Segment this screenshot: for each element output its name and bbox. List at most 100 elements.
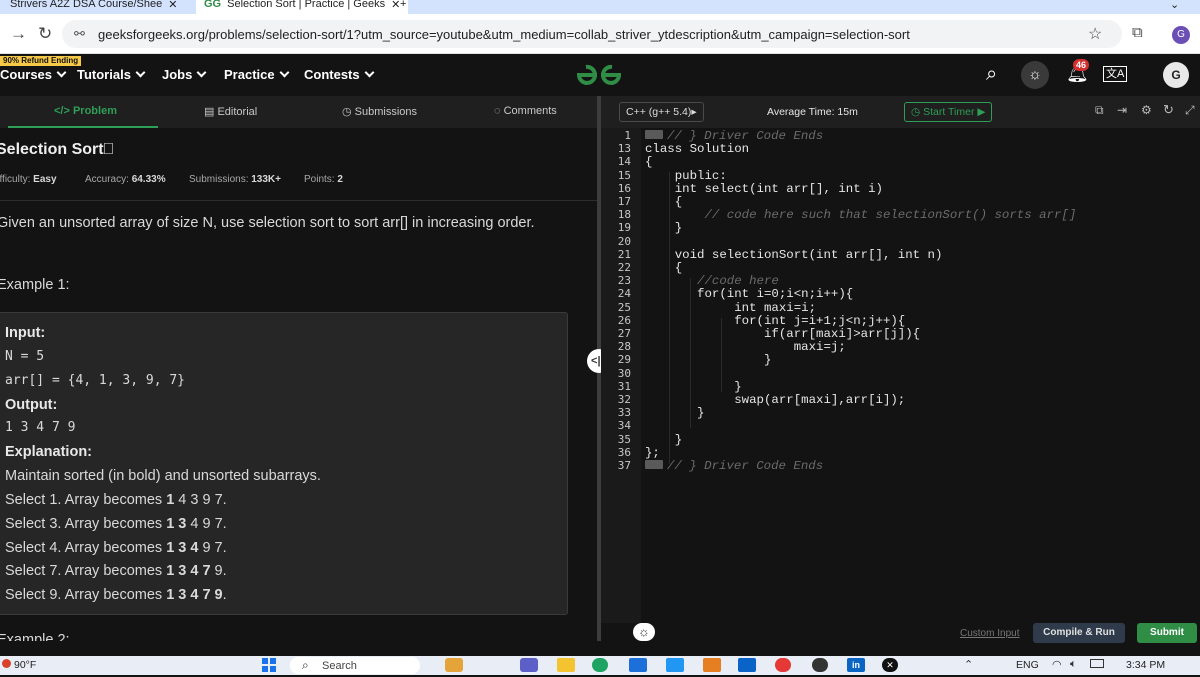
export-icon[interactable]: ⇥: [1117, 103, 1127, 117]
code-line[interactable]: {: [645, 155, 652, 169]
code-line[interactable]: {: [645, 261, 682, 275]
edge-icon[interactable]: [592, 658, 608, 672]
taskbar-search[interactable]: ⌕ Search: [290, 657, 420, 674]
menu-contests[interactable]: Contests: [304, 67, 375, 82]
folded-code-line[interactable]: // } Driver Code Ends: [645, 459, 823, 473]
wifi-icon[interactable]: ◠: [1052, 658, 1062, 671]
windows-start-icon[interactable]: [262, 658, 276, 672]
browser-tab-strip: Strivers A2Z DSA Course/Shee ✕ GG Select…: [0, 0, 1200, 14]
line-number: 23: [617, 274, 631, 288]
bookmark-icon[interactable]: ⎕: [104, 141, 114, 158]
user-avatar[interactable]: G: [1163, 62, 1189, 88]
code-line[interactable]: // code here such that selectionSort() s…: [645, 208, 1076, 222]
teams-icon[interactable]: [520, 658, 538, 672]
fold-marker-icon[interactable]: [645, 460, 663, 469]
menu-courses[interactable]: Courses: [0, 67, 67, 82]
translate-icon[interactable]: 文A: [1103, 66, 1128, 82]
app-icon[interactable]: [445, 658, 463, 672]
menu-jobs[interactable]: Jobs: [162, 67, 207, 82]
site-info-icon[interactable]: ⚯: [74, 26, 85, 42]
code-line[interactable]: if(arr[maxi]>arr[j]){: [645, 327, 920, 341]
code-line[interactable]: };: [645, 446, 660, 460]
code-text: // } Driver Code Ends: [667, 459, 824, 473]
theme-toggle-icon[interactable]: ☼: [1021, 61, 1049, 89]
code-line[interactable]: int maxi=i;: [645, 301, 816, 315]
line-number: 29: [617, 353, 631, 367]
profile-avatar[interactable]: G: [1172, 26, 1190, 44]
reset-icon[interactable]: ↻: [1163, 102, 1174, 118]
custom-input-link[interactable]: Custom Input: [960, 628, 1019, 639]
extensions-icon[interactable]: ⧉: [1132, 24, 1143, 41]
line-number: 17: [617, 195, 631, 208]
x-app-icon[interactable]: ✕: [882, 658, 898, 672]
code-editor[interactable]: // } Driver Code Ends class Solution{ pub…: [641, 128, 1200, 641]
linkedin-icon[interactable]: in: [847, 658, 865, 672]
code-line[interactable]: }: [645, 353, 771, 367]
code-line[interactable]: int select(int arr[], int i): [645, 182, 883, 196]
chevron-down-icon: [135, 67, 146, 78]
url-text[interactable]: geeksforgeeks.org/problems/selection-sor…: [98, 27, 910, 42]
code-line[interactable]: void selectionSort(int arr[], int n): [645, 247, 943, 262]
copy-icon[interactable]: ⧉: [1095, 103, 1104, 118]
code-line[interactable]: }: [645, 433, 682, 447]
problem-panel: Selection Sort⎕ Difficulty: Easy Accurac…: [0, 128, 597, 641]
chevron-up-icon[interactable]: ⌃: [964, 658, 973, 671]
meta-value: 133K+: [251, 174, 281, 185]
tab-submissions[interactable]: ◷ Submissions: [342, 105, 417, 118]
code-line[interactable]: for(int j=i+1;j<n;j++){: [645, 314, 905, 328]
code-line[interactable]: swap(arr[maxi],arr[i]);: [645, 393, 905, 407]
reload-icon[interactable]: ↻: [38, 24, 52, 44]
browser-tab-active[interactable]: GG Selection Sort | Practice | Geeks ✕: [196, 0, 409, 14]
fullscreen-icon[interactable]: ⤢: [1185, 103, 1195, 118]
battery-icon[interactable]: [1090, 659, 1104, 668]
code-line[interactable]: for(int i=0;i<n;i++){: [645, 287, 853, 301]
code-line[interactable]: }: [645, 380, 741, 394]
refund-badge[interactable]: 90% Refund Ending: [0, 56, 82, 66]
folded-code-line[interactable]: // } Driver Code Ends: [645, 129, 823, 143]
tab-editorial[interactable]: ▤ Editorial: [204, 105, 257, 118]
code-line[interactable]: {: [645, 195, 682, 209]
submit-button[interactable]: Submit: [1137, 623, 1197, 643]
compile-run-button[interactable]: Compile & Run: [1033, 623, 1125, 643]
code-line[interactable]: class Solution: [645, 142, 749, 156]
chrome-icon[interactable]: [775, 658, 791, 672]
settings-icon[interactable]: ⚙: [1141, 103, 1152, 117]
menu-tutorials[interactable]: Tutorials: [77, 67, 146, 82]
forward-icon[interactable]: →: [10, 24, 27, 44]
search-icon[interactable]: ⌕: [986, 63, 997, 86]
close-tab-icon[interactable]: ✕: [168, 0, 177, 11]
menu-label: Jobs: [162, 67, 193, 82]
language-select[interactable]: C++ (g++ 5.4)▸: [619, 102, 704, 122]
fold-marker-icon[interactable]: [645, 130, 663, 139]
language-indicator[interactable]: ENG: [1016, 659, 1039, 671]
app-icon[interactable]: [666, 658, 684, 672]
openai-icon[interactable]: [812, 658, 828, 672]
code-line[interactable]: maxi=j;: [645, 340, 846, 354]
tab-search-icon[interactable]: ⌄: [1170, 0, 1179, 14]
address-bar[interactable]: ⚯ geeksforgeeks.org/problems/selection-s…: [62, 20, 1122, 48]
weather-temp[interactable]: 90°F: [14, 659, 36, 671]
browser-tab[interactable]: Strivers A2Z DSA Course/Shee ✕: [10, 0, 177, 14]
tab-comments[interactable]: ◌ Comments: [494, 105, 557, 117]
gfg-logo[interactable]: [573, 62, 625, 93]
new-tab-button[interactable]: +: [400, 0, 406, 14]
close-tab-icon[interactable]: ✕: [391, 0, 400, 11]
code-line[interactable]: public:: [645, 169, 727, 183]
theme-icon[interactable]: ☼: [633, 623, 655, 641]
tab-problem[interactable]: </> Problem: [54, 105, 117, 117]
code-line[interactable]: }: [645, 406, 704, 420]
code-line[interactable]: //code here: [645, 274, 779, 288]
bookmark-star-icon[interactable]: ☆: [1088, 24, 1102, 44]
clock-time[interactable]: 3:34 PM: [1126, 659, 1165, 671]
code-text: swap(arr[maxi],arr[i]);: [645, 393, 906, 407]
outlook-icon[interactable]: [738, 658, 756, 672]
store-icon[interactable]: [629, 658, 647, 672]
code-text: // code here such that selectionSort() s…: [645, 208, 1077, 223]
app-icon[interactable]: [703, 658, 721, 672]
menu-practice[interactable]: Practice: [224, 67, 290, 82]
volume-icon[interactable]: 🔈︎: [1070, 658, 1077, 671]
start-timer-button[interactable]: ◷ Start Timer ▶: [904, 102, 993, 122]
code-line[interactable]: }: [645, 221, 682, 235]
file-explorer-icon[interactable]: [557, 658, 575, 672]
code-text: void selectionSort(int arr[], int n): [645, 247, 943, 262]
